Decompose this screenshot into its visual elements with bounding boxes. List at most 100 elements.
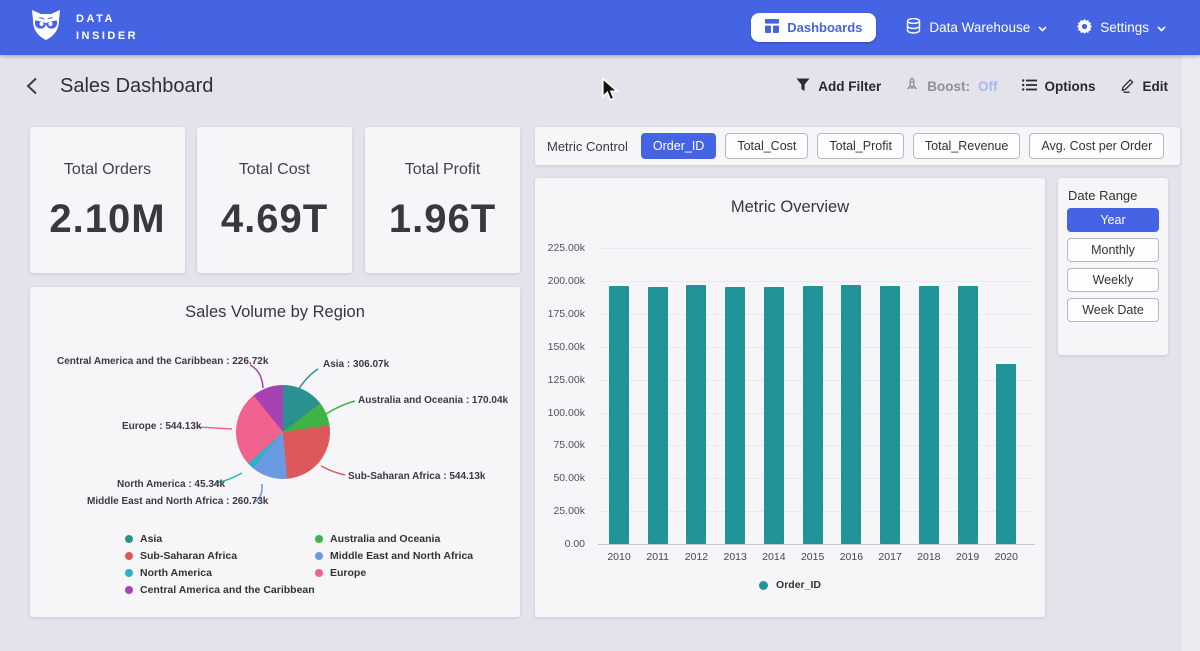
metric-button-total-profit[interactable]: Total_Profit — [817, 133, 904, 159]
x-axis-label: 2014 — [754, 551, 794, 563]
y-axis-tick: 150.00k — [539, 341, 585, 353]
pie-legend-item-australia-and-oceania[interactable]: Australia and Oceania — [315, 533, 473, 545]
scrollbar-track[interactable] — [1182, 55, 1200, 651]
pie-legend-item-north-america[interactable]: North America — [125, 567, 315, 579]
x-axis-label: 2018 — [909, 551, 949, 563]
bar-2012[interactable] — [686, 285, 706, 544]
x-axis-label: 2013 — [715, 551, 755, 563]
nav-settings-button[interactable]: Settings — [1077, 19, 1166, 37]
date-range-button-year[interactable]: Year — [1067, 208, 1159, 232]
nav-settings-label: Settings — [1100, 20, 1149, 35]
date-range-button-monthly[interactable]: Monthly — [1067, 238, 1159, 262]
x-axis-label: 2011 — [638, 551, 678, 563]
options-button[interactable]: Options — [1022, 79, 1096, 94]
chevron-down-icon — [1038, 20, 1047, 35]
metric-button-total-cost[interactable]: Total_Cost — [725, 133, 808, 159]
legend-label: Europe — [330, 567, 366, 579]
pie-legend-item-sub-saharan-africa[interactable]: Sub-Saharan Africa — [125, 550, 315, 562]
y-axis-tick: 100.00k — [539, 407, 585, 419]
legend-dot — [315, 569, 323, 577]
legend-dot — [125, 552, 133, 560]
pie-legend-column-1: Asia Sub-Saharan Africa North America Centr… — [125, 533, 315, 596]
pie-label-north-america: North America : 45.34k — [117, 479, 225, 490]
pie-label-asia: Asia : 306.07k — [323, 359, 389, 370]
bar-2017[interactable] — [880, 286, 900, 544]
pie-label-central-america: Central America and the Caribbean : 226.… — [57, 356, 268, 367]
legend-label: Order_ID — [776, 579, 821, 591]
boost-status: Off — [978, 79, 998, 94]
pie-legend-item-middle-east-and-north-africa[interactable]: Middle East and North Africa — [315, 550, 473, 562]
rocket-icon — [905, 77, 919, 95]
funnel-icon — [796, 78, 810, 95]
top-nav: DATAINSIDER Dashboards Data Ware — [0, 0, 1200, 55]
y-axis-tick: 0.00 — [539, 538, 585, 550]
bar-2019[interactable] — [958, 286, 978, 544]
y-axis-tick: 75.00k — [539, 439, 585, 451]
brand-logo[interactable]: DATAINSIDER — [28, 8, 138, 47]
pie-label-middle-east: Middle East and North Africa : 260.73k — [87, 496, 268, 507]
pencil-icon — [1120, 77, 1135, 96]
date-range-button-weekly[interactable]: Weekly — [1067, 268, 1159, 292]
pie-legend-item-europe[interactable]: Europe — [315, 567, 473, 579]
legend-label: Sub-Saharan Africa — [140, 550, 237, 562]
metric-button-total-revenue[interactable]: Total_Revenue — [913, 133, 1020, 159]
legend-dot — [125, 535, 133, 543]
list-icon — [1022, 79, 1037, 94]
y-axis-tick: 50.00k — [539, 472, 585, 484]
bar-chart-plot[interactable]: 225.00k200.00k175.00k150.00k125.00k100.0… — [535, 178, 1045, 617]
bar-2013[interactable] — [725, 287, 745, 545]
boost-toggle[interactable]: Boost: Off — [905, 77, 997, 95]
add-filter-button[interactable]: Add Filter — [796, 78, 881, 95]
nav-dashboards-button[interactable]: Dashboards — [751, 13, 876, 42]
legend-label: Central America and the Caribbean — [140, 584, 315, 596]
bar-chart-legend[interactable]: Order_ID — [535, 579, 1045, 591]
owl-logo-icon — [28, 8, 64, 47]
pie-legend-item-central-america-and-the-caribbean[interactable]: Central America and the Caribbean — [125, 584, 315, 596]
x-axis-label: 2017 — [870, 551, 910, 563]
bar-2018[interactable] — [919, 286, 939, 544]
brand-text: DATAINSIDER — [76, 11, 138, 44]
page-title: Sales Dashboard — [60, 75, 213, 98]
edit-button[interactable]: Edit — [1120, 77, 1169, 96]
chevron-down-icon — [1157, 20, 1166, 35]
kpi-card-total-cost: Total Cost 4.69T — [197, 127, 352, 273]
pie-chart-title: Sales Volume by Region — [30, 303, 520, 322]
bar-2010[interactable] — [609, 286, 629, 544]
nav-data-warehouse-label: Data Warehouse — [929, 20, 1030, 35]
metric-control-bar: Metric Control Order_ID Total_Cost Total_P… — [535, 127, 1180, 165]
metric-button-order-id[interactable]: Order_ID — [641, 133, 716, 159]
pie-legend-column-2: Australia and Oceania Middle East and Nor… — [315, 533, 473, 579]
bar-2011[interactable] — [648, 287, 668, 545]
kpi-label: Total Profit — [405, 161, 481, 179]
legend-label: North America — [140, 567, 212, 579]
y-axis-tick: 125.00k — [539, 374, 585, 386]
back-button[interactable] — [26, 77, 38, 95]
legend-label: Asia — [140, 533, 162, 545]
metric-control-label: Metric Control — [547, 139, 628, 154]
bar-2016[interactable] — [841, 285, 861, 544]
kpi-card-total-orders: Total Orders 2.10M — [30, 127, 185, 273]
gear-icon — [1077, 19, 1092, 37]
legend-dot — [125, 569, 133, 577]
bar-2015[interactable] — [803, 286, 823, 544]
y-axis-tick: 200.00k — [539, 275, 585, 287]
pie-legend-item-asia[interactable]: Asia — [125, 533, 315, 545]
bar-2020[interactable] — [996, 364, 1016, 544]
bar-2014[interactable] — [764, 287, 784, 545]
date-range-button-week-date[interactable]: Week Date — [1067, 298, 1159, 322]
y-axis-tick: 225.00k — [539, 242, 585, 254]
x-axis-label: 2015 — [793, 551, 833, 563]
x-axis-label: 2010 — [599, 551, 639, 563]
date-range-label: Date Range — [1068, 188, 1137, 203]
legend-label: Australia and Oceania — [330, 533, 440, 545]
x-axis-label: 2012 — [676, 551, 716, 563]
nav-data-warehouse-button[interactable]: Data Warehouse — [906, 18, 1047, 37]
metric-button-avg-cost-per-order[interactable]: Avg. Cost per Order — [1029, 133, 1164, 159]
legend-dot — [759, 581, 768, 590]
metric-buttons: Order_ID Total_Cost Total_Profit Total_Reve… — [641, 133, 1164, 159]
pie-chart[interactable] — [236, 385, 330, 479]
legend-dot — [125, 586, 133, 594]
kpi-card-total-profit: Total Profit 1.96T — [365, 127, 520, 273]
y-axis-tick: 25.00k — [539, 505, 585, 517]
date-range-card: Date Range Year Monthly Weekly Week Date — [1058, 178, 1168, 355]
